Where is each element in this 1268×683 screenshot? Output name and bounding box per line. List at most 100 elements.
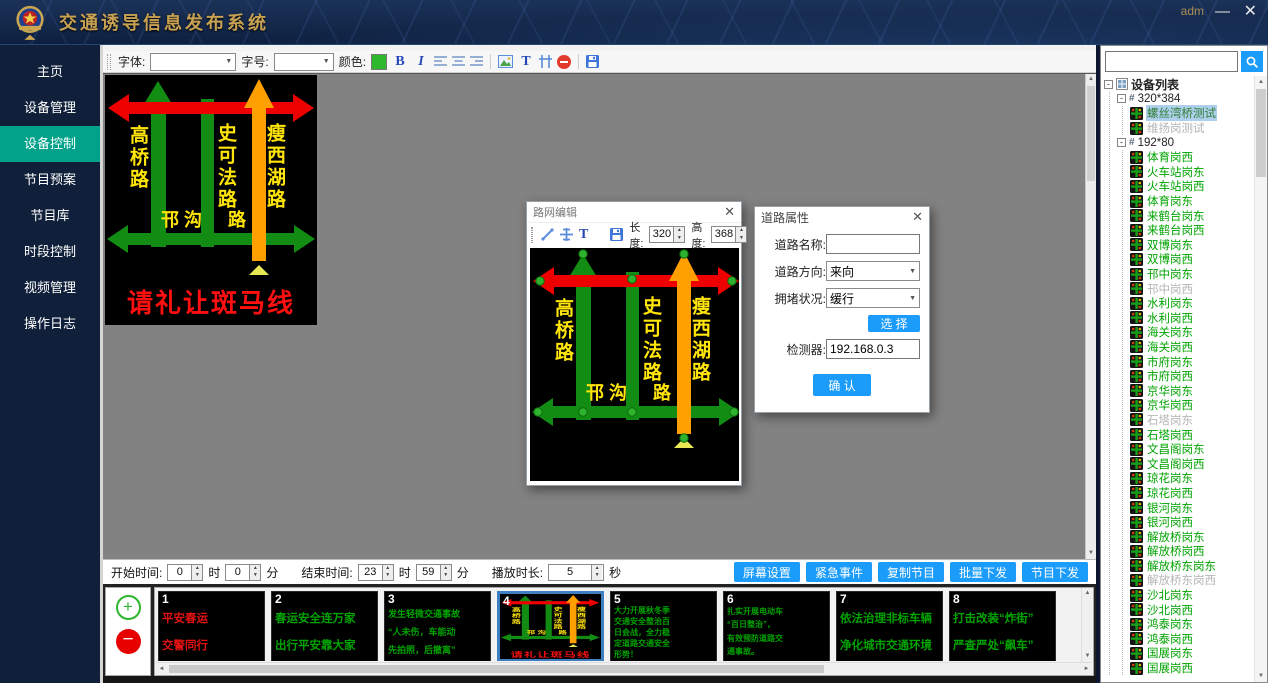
up-arrow-icon[interactable]: ▲ xyxy=(592,565,602,573)
led-sign-preview[interactable]: 高桥路 史可法路 瘦西湖路 邗沟 路 请礼让斑马线 xyxy=(105,75,317,325)
device-item[interactable]: 邗中岗西 xyxy=(1130,281,1267,296)
delete-icon[interactable] xyxy=(557,55,571,69)
device-item[interactable]: 体育岗西 xyxy=(1130,150,1267,165)
device-item[interactable]: 琼花岗西 xyxy=(1130,486,1267,501)
device-item[interactable]: 文昌阁岗东 xyxy=(1130,442,1267,457)
detector-input[interactable] xyxy=(826,339,920,359)
down-arrow-icon[interactable]: ▼ xyxy=(592,572,602,580)
logged-in-user[interactable]: adm xyxy=(1181,4,1204,18)
tree-vertical-scrollbar[interactable]: ▲ ▼ xyxy=(1254,76,1267,682)
dialog-titlebar[interactable]: 道路属性 ✕ xyxy=(755,207,929,227)
device-item[interactable]: 鸿泰岗东 xyxy=(1130,617,1267,632)
canvas-vertical-scrollbar[interactable]: ▲ ▼ xyxy=(1085,74,1096,559)
italic-icon[interactable]: I xyxy=(413,54,429,70)
device-item[interactable]: 火车站岗东 xyxy=(1130,165,1267,180)
led-sign-preview[interactable]: 高桥路 史可法路 瘦西湖路 邗沟 路 请礼让斑马线 xyxy=(500,594,601,659)
sidebar-item-4[interactable]: 节目库 xyxy=(0,198,100,234)
control-points[interactable] xyxy=(530,248,739,481)
up-arrow-icon[interactable]: ▲ xyxy=(736,227,746,235)
toolbar-grip[interactable] xyxy=(531,227,533,243)
height-stepper[interactable]: 368▲▼ xyxy=(711,226,747,243)
font-size-select[interactable]: ▼ xyxy=(274,53,334,71)
down-arrow-icon[interactable]: ▼ xyxy=(441,572,451,580)
device-item[interactable]: 国展岗东 xyxy=(1130,646,1267,661)
sidebar-item-5[interactable]: 时段控制 xyxy=(0,234,100,270)
device-item[interactable]: 琼花岗东 xyxy=(1130,471,1267,486)
align-right-icon[interactable] xyxy=(470,55,483,68)
down-arrow-icon[interactable]: ▼ xyxy=(250,572,260,580)
device-item[interactable]: 市府岗西 xyxy=(1130,369,1267,384)
playlist-thumb-2[interactable]: 2春运安全连万家出行平安靠大家 xyxy=(271,591,378,661)
close-icon[interactable]: ✕ xyxy=(1244,1,1257,23)
text-tool-icon[interactable]: T xyxy=(579,227,588,243)
collapse-icon[interactable]: - xyxy=(1117,138,1126,147)
playlist-thumb-6[interactable]: 6扎实开展电动车“百日整治”，有效预防道路交通事故。 xyxy=(723,591,830,661)
playlist-thumb-5[interactable]: 5大力开展秋冬季交通安全整治百日会战，全力稳定道路交通安全形势！ xyxy=(610,591,717,661)
up-arrow-icon[interactable]: ▲ xyxy=(383,565,393,573)
device-item[interactable]: 邗中岗东 xyxy=(1130,267,1267,282)
device-item[interactable]: 水利岗东 xyxy=(1130,296,1267,311)
scroll-down-icon[interactable]: ▼ xyxy=(1086,548,1096,559)
device-item[interactable]: 市府岗东 xyxy=(1130,354,1267,369)
add-program-icon[interactable]: + xyxy=(116,595,141,620)
device-item[interactable]: 双博岗西 xyxy=(1130,252,1267,267)
sidebar-item-2[interactable]: 设备控制 xyxy=(0,126,100,162)
minimize-icon[interactable]: — xyxy=(1215,1,1230,23)
font-family-select[interactable]: ▼ xyxy=(150,53,236,71)
start-minute-stepper[interactable]: 0▲▼ xyxy=(225,564,261,581)
sidebar-item-1[interactable]: 设备管理 xyxy=(0,90,100,126)
playlist-thumb-4[interactable]: 4 高桥路 xyxy=(497,591,604,661)
search-button[interactable] xyxy=(1241,51,1263,72)
scroll-thumb[interactable] xyxy=(169,665,824,673)
remove-program-icon[interactable]: − xyxy=(116,629,141,654)
sidebar-item-6[interactable]: 视频管理 xyxy=(0,270,100,306)
device-item[interactable]: 火车站岗西 xyxy=(1130,179,1267,194)
down-arrow-icon[interactable]: ▼ xyxy=(383,572,393,580)
toolbar-grip[interactable] xyxy=(107,54,111,70)
length-stepper[interactable]: 320▲▼ xyxy=(649,226,685,243)
close-icon[interactable]: ✕ xyxy=(912,207,923,227)
device-item[interactable]: 维扬岗测试 xyxy=(1130,121,1267,136)
end-hour-stepper[interactable]: 23▲▼ xyxy=(358,564,394,581)
align-left-icon[interactable] xyxy=(434,55,447,68)
device-item[interactable]: 京华岗东 xyxy=(1130,383,1267,398)
congestion-select[interactable]: 缓行▼ xyxy=(826,288,920,308)
playlist-vertical-scrollbar[interactable]: ▲ ▼ xyxy=(1081,588,1093,662)
playlist-thumb-7[interactable]: 7依法治理非标车辆净化城市交通环境 xyxy=(836,591,943,661)
device-item[interactable]: 解放桥岗西 xyxy=(1130,544,1267,559)
playlist-thumb-1[interactable]: 1平安春运交警同行 xyxy=(158,591,265,661)
action-button-2[interactable]: 复制节目 xyxy=(878,562,944,582)
device-item[interactable]: 文昌阁岗西 xyxy=(1130,456,1267,471)
scroll-up-icon[interactable]: ▲ xyxy=(1086,74,1096,85)
down-arrow-icon[interactable]: ▼ xyxy=(736,235,746,243)
up-arrow-icon[interactable]: ▲ xyxy=(192,565,202,573)
down-arrow-icon[interactable]: ▼ xyxy=(674,235,684,243)
road-direction-select[interactable]: 来向▼ xyxy=(826,261,920,281)
road-editor-canvas[interactable]: 高桥路 史可法路 瘦西湖路 邗沟 路 请礼让斑马线 xyxy=(530,248,739,481)
select-detector-button[interactable]: 选 择 xyxy=(868,315,920,332)
device-item[interactable]: 体育岗东 xyxy=(1130,194,1267,209)
scroll-thumb[interactable] xyxy=(1256,89,1266,177)
align-center-icon[interactable] xyxy=(452,55,465,68)
device-item[interactable]: 国展岗西 xyxy=(1130,661,1267,676)
device-item[interactable]: 京华岗西 xyxy=(1130,398,1267,413)
device-item[interactable]: 石塔岗东 xyxy=(1130,413,1267,428)
led-sign-preview[interactable]: 高桥路 史可法路 瘦西湖路 邗沟 路 请礼让斑马线 xyxy=(530,248,739,481)
road-name-input[interactable] xyxy=(826,234,920,254)
tree-group-1[interactable]: -#192*80 xyxy=(1117,135,1267,150)
device-item[interactable]: 银河岗西 xyxy=(1130,515,1267,530)
sidebar-item-0[interactable]: 主页 xyxy=(0,54,100,90)
search-input[interactable] xyxy=(1105,51,1238,72)
collapse-icon[interactable]: - xyxy=(1104,80,1113,89)
draw-road-icon[interactable] xyxy=(541,228,554,241)
scroll-thumb[interactable] xyxy=(1087,86,1095,181)
device-item[interactable]: 海关岗东 xyxy=(1130,325,1267,340)
confirm-button[interactable]: 确 认 xyxy=(813,374,871,396)
device-item[interactable]: 海关岗西 xyxy=(1130,340,1267,355)
duration-stepper[interactable]: 5▲▼ xyxy=(548,564,604,581)
action-button-3[interactable]: 批量下发 xyxy=(950,562,1016,582)
device-item[interactable]: 沙北岗西 xyxy=(1130,602,1267,617)
device-item[interactable]: 银河岗东 xyxy=(1130,500,1267,515)
device-item[interactable]: 解放桥东岗东 xyxy=(1130,559,1267,574)
device-item[interactable]: 双博岗东 xyxy=(1130,238,1267,253)
